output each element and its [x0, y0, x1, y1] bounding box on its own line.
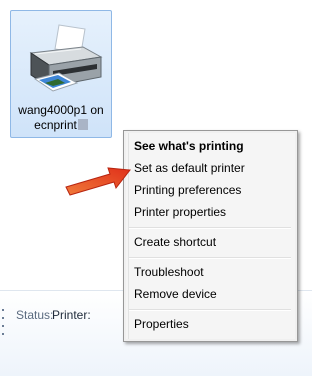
menu-item-create-shortcut[interactable]: Create shortcut	[134, 231, 292, 253]
menu-item-remove-device[interactable]: Remove device	[134, 283, 292, 305]
menu-separator	[129, 257, 291, 259]
menu-separator	[129, 309, 291, 311]
context-menu-body: See what's printing Set as default print…	[126, 133, 295, 339]
menu-item-properties[interactable]: Properties	[134, 313, 292, 335]
menu-item-printer-properties[interactable]: Printer properties	[134, 201, 292, 223]
menu-item-set-default-printer[interactable]: Set as default printer	[134, 157, 292, 179]
menu-item-printing-preferences[interactable]: Printing preferences	[134, 179, 292, 201]
context-menu: See what's printing Set as default print…	[123, 130, 298, 342]
status-value: Printer:	[52, 308, 91, 322]
annotation-arrow-icon	[65, 167, 131, 196]
redaction-block	[77, 119, 88, 130]
pane-edge-dots	[0, 309, 6, 341]
menu-item-see-whats-printing[interactable]: See what's printing	[134, 135, 292, 157]
printer-name-line2: ecnprint	[11, 118, 111, 133]
printer-item[interactable]: wang4000p1 on ecnprint	[10, 10, 112, 138]
printer-name-line2-text: ecnprint	[34, 118, 77, 132]
status-label: Status:	[16, 308, 54, 322]
printer-icon	[29, 24, 103, 92]
menu-item-troubleshoot[interactable]: Troubleshoot	[134, 261, 292, 283]
printer-name-line1: wang4000p1 on	[18, 103, 104, 117]
printer-name: wang4000p1 on ecnprint	[11, 103, 111, 133]
menu-separator	[129, 227, 291, 229]
